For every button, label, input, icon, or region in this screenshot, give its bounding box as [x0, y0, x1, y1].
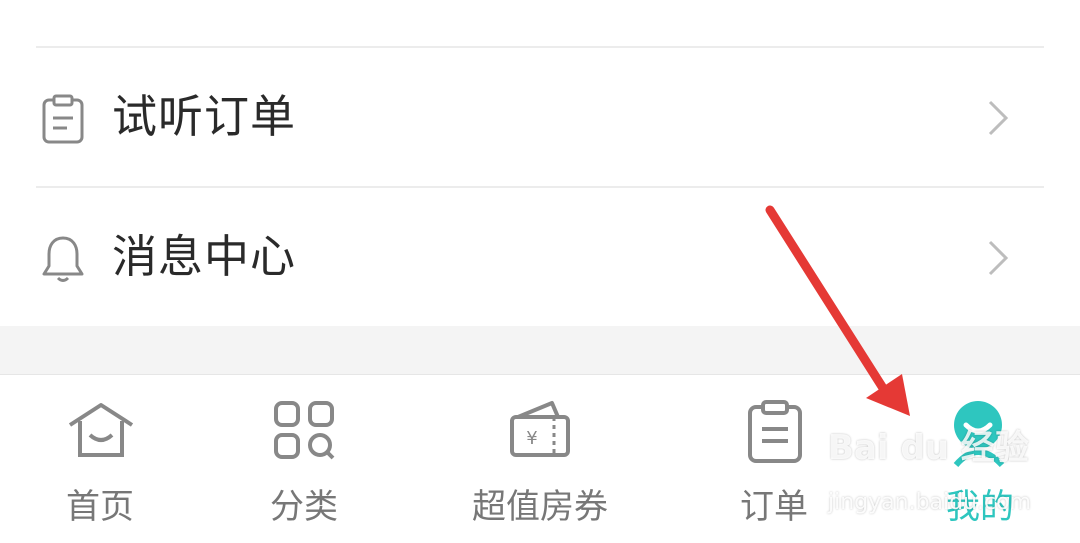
category-grid-icon: [272, 399, 336, 465]
tab-home[interactable]: 首页: [30, 375, 170, 543]
svg-text:¥: ¥: [526, 428, 537, 449]
chevron-right-icon: [984, 98, 1014, 138]
tab-label: 首页: [66, 487, 134, 527]
tab-coupons[interactable]: ¥ 超值房券: [460, 375, 620, 543]
order-clipboard-icon: [746, 399, 804, 469]
coupon-wallet-icon: ¥: [508, 399, 572, 465]
menu-item-label: 试听订单: [112, 90, 297, 143]
tab-category[interactable]: 分类: [234, 375, 374, 543]
bell-icon: [40, 234, 86, 284]
home-icon: [66, 399, 136, 465]
tab-label: 超值房券: [472, 487, 608, 527]
clipboard-icon: [40, 94, 86, 144]
watermark-brand: Bai du 经验: [828, 428, 1029, 468]
menu-list: 试听订单 消息中心: [0, 0, 1080, 326]
tab-label: 分类: [270, 487, 338, 527]
tab-label: 订单: [740, 487, 808, 527]
menu-item-label: 消息中心: [112, 230, 297, 283]
chevron-right-icon: [984, 238, 1014, 278]
tab-orders[interactable]: 订单: [704, 375, 844, 543]
section-gap: [0, 326, 1080, 374]
watermark-domain: jingyan.baidu.com: [828, 490, 1032, 515]
menu-item-trial-orders[interactable]: 试听订单: [0, 48, 1080, 186]
menu-item-message-center[interactable]: 消息中心: [0, 188, 1080, 326]
